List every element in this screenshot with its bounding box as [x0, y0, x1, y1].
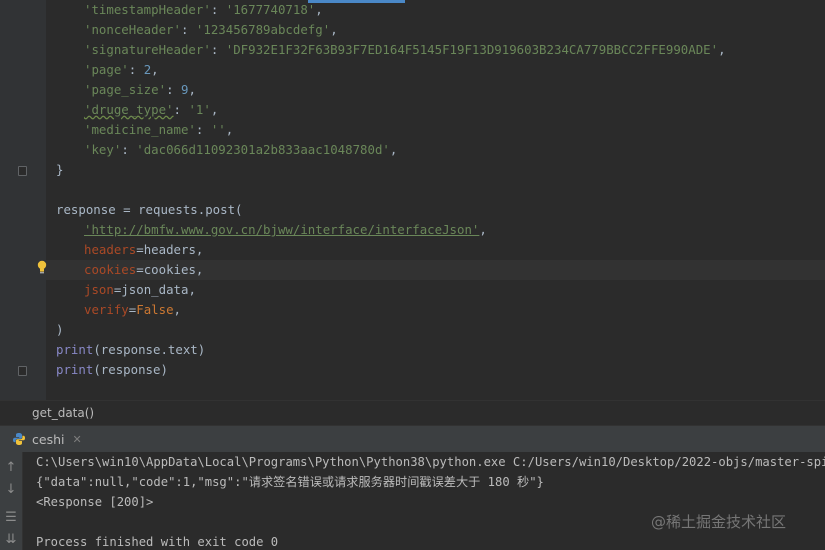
url-string[interactable]: 'http://bmfw.www.gov.cn/bjww/interface/i… [84, 222, 479, 237]
code-line: verify=False, [84, 302, 182, 317]
scroll-down-icon[interactable]: ↓ [3, 482, 19, 498]
print-arg: response.text [100, 342, 198, 357]
print-arg: response [100, 362, 161, 377]
kwarg-name: headers [84, 242, 137, 257]
code-line: 'timestampHeader': '1677740718', [84, 2, 323, 17]
kwarg-value: json_data [121, 282, 189, 297]
python-icon [13, 433, 25, 445]
dict-value: '' [210, 122, 226, 137]
response-var: response [56, 202, 116, 217]
run-tab-bar: ceshi ✕ [0, 425, 825, 453]
code-editor[interactable]: 'timestampHeader': '1677740718', 'nonceH… [0, 0, 825, 400]
kwarg-value: headers [143, 242, 196, 257]
code-line: print(response.text) [56, 342, 206, 357]
code-line: 'nonceHeader': '123456789abcdefg', [84, 22, 338, 37]
dict-value: 2 [143, 62, 152, 77]
dict-value: 9 [180, 82, 189, 97]
code-line: 'page_size': 9, [84, 82, 196, 97]
editor-gutter [0, 0, 46, 400]
dict-value: '1' [188, 102, 211, 117]
scroll-up-icon[interactable]: ↑ [3, 460, 19, 476]
run-toolbar: ↑ ↓ ☰ ⇊ [0, 452, 23, 550]
console-line: C:\Users\win10\AppData\Local\Programs\Py… [36, 455, 825, 469]
dict-key: 'signatureHeader' [84, 42, 211, 57]
soft-wrap-icon[interactable]: ☰ [3, 510, 19, 526]
dict-value: 'DF932E1F32F63B93F7ED164F5145F19F13D9196… [225, 42, 719, 57]
code-line: ) [56, 320, 63, 340]
code-line: 'signatureHeader': 'DF932E1F32F63B93F7ED… [84, 42, 726, 57]
code-line: } [56, 160, 63, 180]
close-brace: } [56, 162, 64, 177]
lightbulb-icon[interactable] [36, 260, 48, 274]
dict-key: 'medicine_name' [84, 122, 196, 137]
kwarg-value: False [136, 302, 174, 317]
requests-call: requests.post( [138, 202, 243, 217]
code-line: headers=headers, [84, 242, 204, 257]
kwarg-name: verify [84, 302, 129, 317]
watermark: @稀土掘金技术社区 [651, 513, 787, 531]
dict-value: 'dac066d11092301a2b833aac1048780d' [136, 142, 390, 157]
dict-key: 'timestampHeader' [84, 2, 211, 17]
print-fn: print [56, 362, 94, 377]
run-console[interactable]: C:\Users\win10\AppData\Local\Programs\Py… [23, 452, 825, 550]
code-line: print(response) [56, 362, 168, 377]
dict-key: 'druge_type' [84, 102, 174, 117]
run-tab-ceshi[interactable]: ceshi ✕ [12, 426, 82, 452]
kwarg-value: cookies [143, 262, 196, 277]
kwarg-name: json [84, 282, 114, 297]
kwarg-name: cookies [84, 262, 137, 277]
print-fn: print [56, 342, 94, 357]
breadcrumb-function[interactable]: get_data() [32, 401, 94, 426]
code-line: 'http://bmfw.www.gov.cn/bjww/interface/i… [84, 222, 487, 237]
code-line: 'key': 'dac066d11092301a2b833aac1048780d… [84, 142, 398, 157]
breadcrumb[interactable]: get_data() [0, 400, 825, 426]
dict-value: '1677740718' [225, 2, 316, 17]
code-line: 'druge_type': '1', [84, 102, 219, 117]
fold-marker[interactable] [18, 166, 27, 176]
close-icon[interactable]: ✕ [72, 433, 81, 446]
code-line: response = requests.post( [56, 202, 243, 217]
close-paren: ) [56, 322, 64, 337]
dict-key: 'nonceHeader' [84, 22, 181, 37]
code-line: 'page': 2, [84, 62, 159, 77]
dict-key: 'page' [84, 62, 129, 77]
code-line: json=json_data, [84, 282, 196, 297]
console-line: {"data":null,"code":1,"msg":"请求签名错误或请求服务… [36, 475, 544, 489]
fold-marker[interactable] [18, 366, 27, 376]
console-line: <Response [200]> [36, 495, 154, 509]
scroll-to-end-icon[interactable]: ⇊ [3, 532, 19, 548]
dict-key: 'page_size' [84, 82, 167, 97]
dict-value: '123456789abcdefg' [195, 22, 331, 37]
run-tab-label: ceshi [32, 431, 65, 447]
code-line: 'medicine_name': '', [84, 122, 234, 137]
code-line: cookies=cookies, [84, 262, 204, 277]
dict-key: 'key' [84, 142, 122, 157]
console-line: Process finished with exit code 0 [36, 535, 279, 549]
